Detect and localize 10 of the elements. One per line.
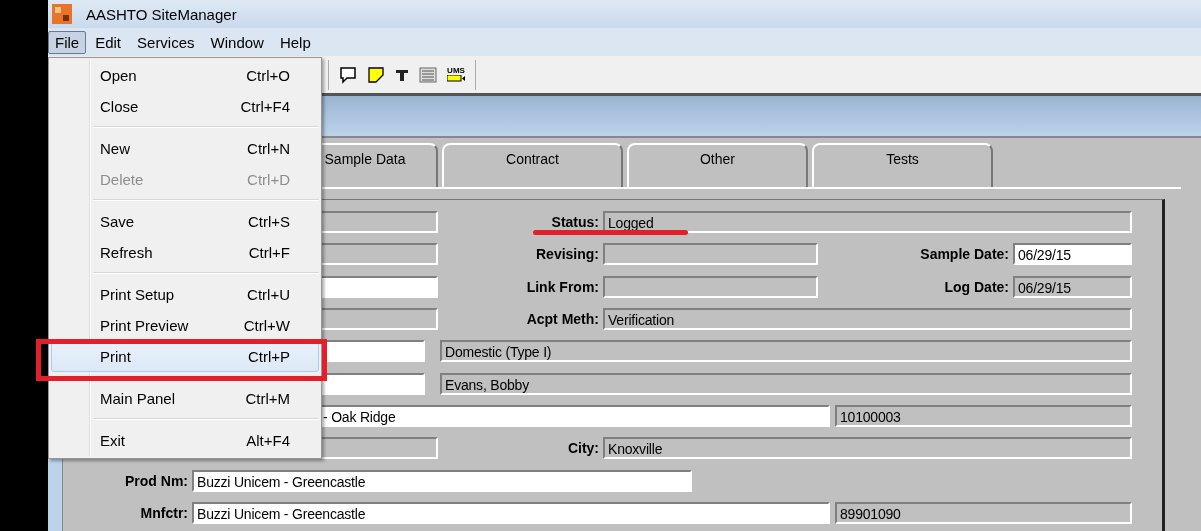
field-label: Mnfctr: xyxy=(139,504,189,521)
field-label: Prod Nm: xyxy=(124,472,189,489)
field-label: Link From: xyxy=(525,278,600,295)
field-label: Acpt Meth: xyxy=(525,311,600,328)
field-label: Log Date: xyxy=(943,278,1010,295)
field-label: Revising: xyxy=(535,246,600,263)
field-label: Status: xyxy=(550,214,600,231)
field-label: City: xyxy=(566,440,600,457)
field-label: Sample Date: xyxy=(919,246,1010,263)
window-title: AASHTO SiteManager xyxy=(86,5,237,23)
